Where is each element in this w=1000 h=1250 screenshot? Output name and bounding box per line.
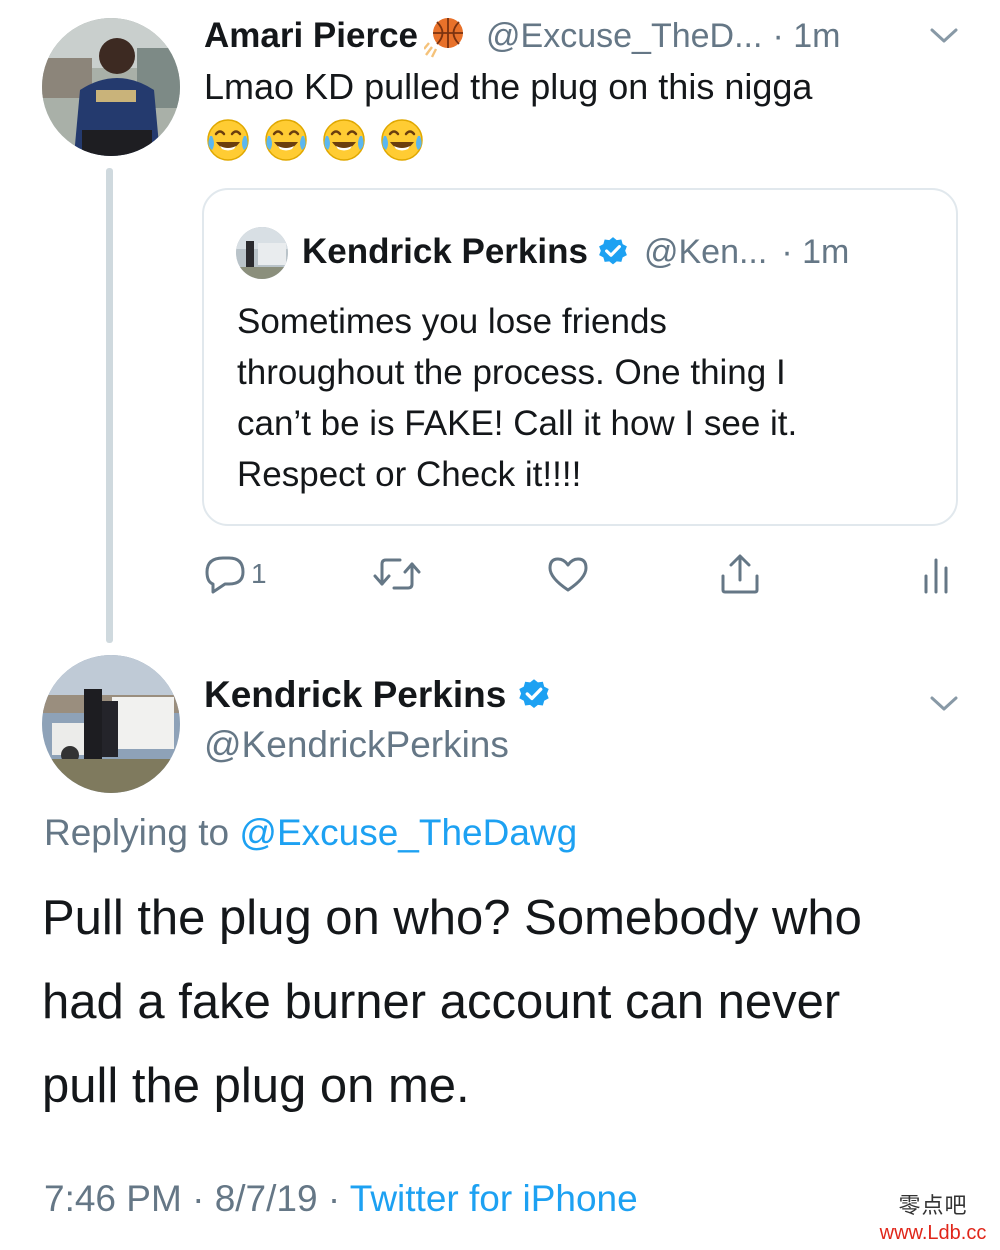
like-button[interactable] <box>546 552 590 596</box>
thread-connector-line <box>106 168 113 643</box>
retweet-button[interactable] <box>370 552 424 596</box>
reply-button[interactable]: 1 <box>203 552 267 596</box>
face-with-tears-of-joy-icon <box>265 119 307 161</box>
tweet2-metadata: 7:46 PM · 8/7/19 · Twitter for iPhone <box>44 1178 638 1220</box>
tweet2-author-name[interactable]: Kendrick Perkins <box>204 674 506 716</box>
face-with-tears-of-joy-icon <box>207 119 249 161</box>
chevron-down-icon[interactable] <box>926 688 962 718</box>
tweet2-source-link[interactable]: Twitter for iPhone <box>350 1178 638 1219</box>
tweet1-handle[interactable]: @Excuse_TheD... <box>486 17 762 56</box>
basketball-icon <box>424 18 464 58</box>
analytics-button[interactable] <box>918 552 954 596</box>
tweet2-text: Pull the plug on who? Somebody who had a… <box>42 876 962 1128</box>
analytics-icon <box>924 558 948 594</box>
quoted-author-avatar[interactable] <box>236 227 288 279</box>
quoted-author-name[interactable]: Kendrick Perkins <box>302 232 588 272</box>
face-with-tears-of-joy-icon <box>381 119 423 161</box>
tweet1-header: Amari Pierce @Excuse_TheD... · 1m <box>204 14 840 58</box>
amari-pierce-avatar[interactable] <box>42 18 180 156</box>
kendrick-perkins-avatar[interactable] <box>42 655 180 793</box>
tweet2-time[interactable]: 7:46 PM <box>44 1178 182 1219</box>
quoted-text-line: can’t be is FAKE! Call it how I see it. <box>237 404 798 443</box>
quoted-text-line: throughout the process. One thing I <box>237 353 786 392</box>
tweet2-date[interactable]: 8/7/19 <box>215 1178 318 1219</box>
watermark-url: www.Ldb.cc <box>879 1222 987 1244</box>
replying-to-link[interactable]: @Excuse_TheDawg <box>239 812 577 853</box>
watermark-chinese-text: 零点吧 <box>898 1194 968 1219</box>
site-watermark: 零点吧 www.Ldb.cc <box>868 1188 998 1245</box>
tweet2-text-line: pull the plug on me. <box>42 1059 470 1113</box>
verified-badge-icon <box>519 679 550 709</box>
verified-badge-icon <box>599 237 627 265</box>
meta-separator: · <box>317 1178 350 1219</box>
quoted-timestamp[interactable]: · 1m <box>781 233 849 272</box>
like-icon <box>548 557 588 592</box>
replying-to-label: Replying to <box>44 812 240 853</box>
tweet2-author-handle[interactable]: @KendrickPerkins <box>204 724 509 766</box>
share-icon <box>721 554 759 594</box>
tweet1-text: Lmao KD pulled the plug on this nigga <box>204 66 813 107</box>
meta-separator: · <box>181 1178 215 1219</box>
retweet-icon <box>373 558 421 590</box>
replying-to-line: Replying to @Excuse_TheDawg <box>44 812 577 854</box>
tweet2-text-line: Pull the plug on who? Somebody who <box>42 891 862 945</box>
tweet2-name-row: Kendrick Perkins <box>204 674 552 716</box>
tweet1-emoji-row <box>204 116 426 164</box>
face-with-tears-of-joy-icon <box>323 119 365 161</box>
tweet1-author-name[interactable]: Amari Pierce <box>204 16 418 56</box>
tweet2-text-line: had a fake burner account can never <box>42 975 841 1029</box>
quoted-author-handle[interactable]: @Ken... <box>644 233 767 272</box>
share-button[interactable] <box>718 552 762 596</box>
quoted-tweet-text: Sometimes you lose friends throughout th… <box>237 296 937 500</box>
quoted-tweet-header: Kendrick Perkins @Ken... · 1m <box>302 226 849 278</box>
reply-icon <box>205 556 245 594</box>
quoted-text-line: Sometimes you lose friends <box>237 302 667 341</box>
tweet1-timestamp[interactable]: · 1m <box>772 17 840 56</box>
reply-count: 1 <box>251 558 267 589</box>
chevron-down-icon[interactable] <box>926 20 962 50</box>
quoted-text-line: Respect or Check it!!!! <box>237 455 582 494</box>
